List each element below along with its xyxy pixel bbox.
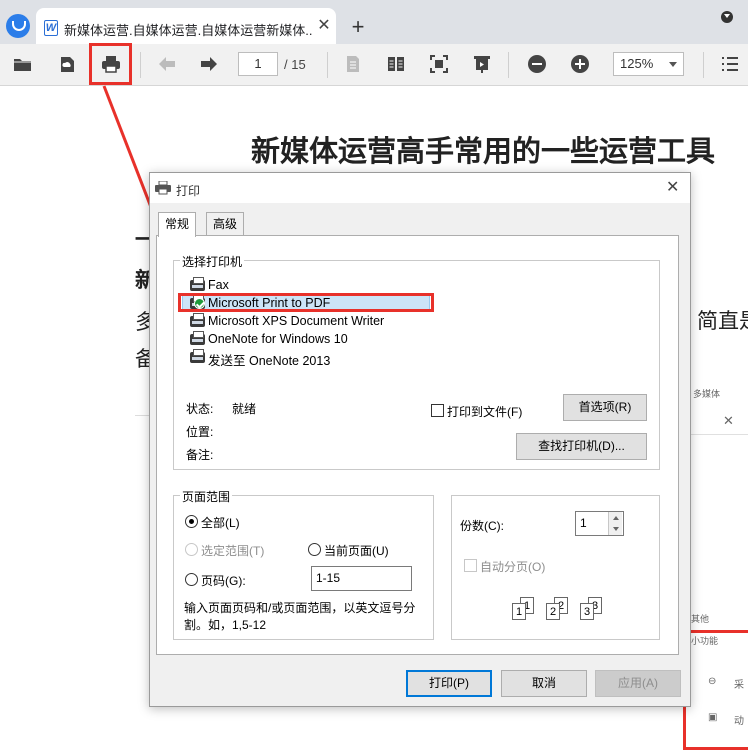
printer-name: Fax [208, 278, 229, 292]
page-range-input[interactable]: 1-15 [311, 566, 412, 591]
range-selection-radio[interactable] [185, 543, 198, 556]
status-value: 就绪 [232, 402, 257, 416]
printer-icon [190, 277, 205, 291]
printer-icon [190, 349, 205, 363]
range-pages-label: 页码(G): [201, 574, 246, 588]
default-printer-check-icon [194, 298, 205, 309]
dialog-title: 打印 [176, 184, 201, 198]
range-current-label: 当前页面(U) [324, 544, 389, 558]
printer-icon [155, 181, 171, 195]
collate-label: 自动分页(O) [480, 560, 546, 574]
print-to-file-checkbox[interactable] [431, 404, 444, 417]
tab-advanced[interactable]: 高级 [206, 212, 245, 236]
collate-page-icon: 1 [512, 603, 526, 620]
location-label: 位置: [186, 425, 214, 439]
cancel-button[interactable]: 取消 [501, 670, 587, 697]
print-to-file-label: 打印到文件(F) [447, 405, 523, 419]
print-dialog: 打印 ✕ 常规 高级 选择打印机 Fax Microsoft Print to … [149, 172, 691, 707]
copies-value: 1 [580, 516, 587, 530]
range-selection-label: 选定范围(T) [201, 544, 265, 558]
page-range-label: 页面范围 [180, 488, 233, 505]
find-printer-button[interactable]: 查找打印机(D)... [516, 433, 647, 460]
copies-label: 份数(C): [460, 519, 504, 533]
printer-icon [190, 331, 205, 345]
copies-decrement-icon[interactable] [608, 523, 622, 535]
dialog-titlebar: 打印 ✕ [150, 173, 690, 203]
printer-name: OneNote for Windows 10 [208, 332, 348, 346]
page-range-hint: 输入页面页码和/或页面范围，以英文逗号分割。如，1,5-12 [184, 601, 416, 632]
print-button[interactable]: 打印(P) [406, 670, 492, 697]
preferences-button[interactable]: 首选项(R) [563, 394, 647, 421]
range-current-radio[interactable] [308, 543, 321, 556]
dialog-close-button[interactable]: ✕ [666, 180, 679, 196]
collate-page-icon: 2 [546, 603, 560, 620]
printer-icon [190, 313, 205, 327]
comment-label: 备注: [186, 448, 214, 462]
status-label: 状态: [186, 402, 214, 416]
selected-printer-highlight [178, 293, 434, 312]
range-all-radio[interactable] [185, 515, 198, 528]
select-printer-label: 选择打印机 [180, 253, 245, 270]
collate-checkbox[interactable] [464, 559, 477, 572]
range-pages-radio[interactable] [185, 573, 198, 586]
range-all-label: 全部(L) [201, 516, 240, 530]
printer-name: Microsoft XPS Document Writer [208, 314, 385, 328]
apply-button[interactable]: 应用(A) [595, 670, 681, 697]
printer-name: 发送至 OneNote 2013 [208, 354, 331, 368]
collate-page-icon: 3 [580, 603, 594, 620]
tab-general[interactable]: 常规 [158, 212, 197, 237]
